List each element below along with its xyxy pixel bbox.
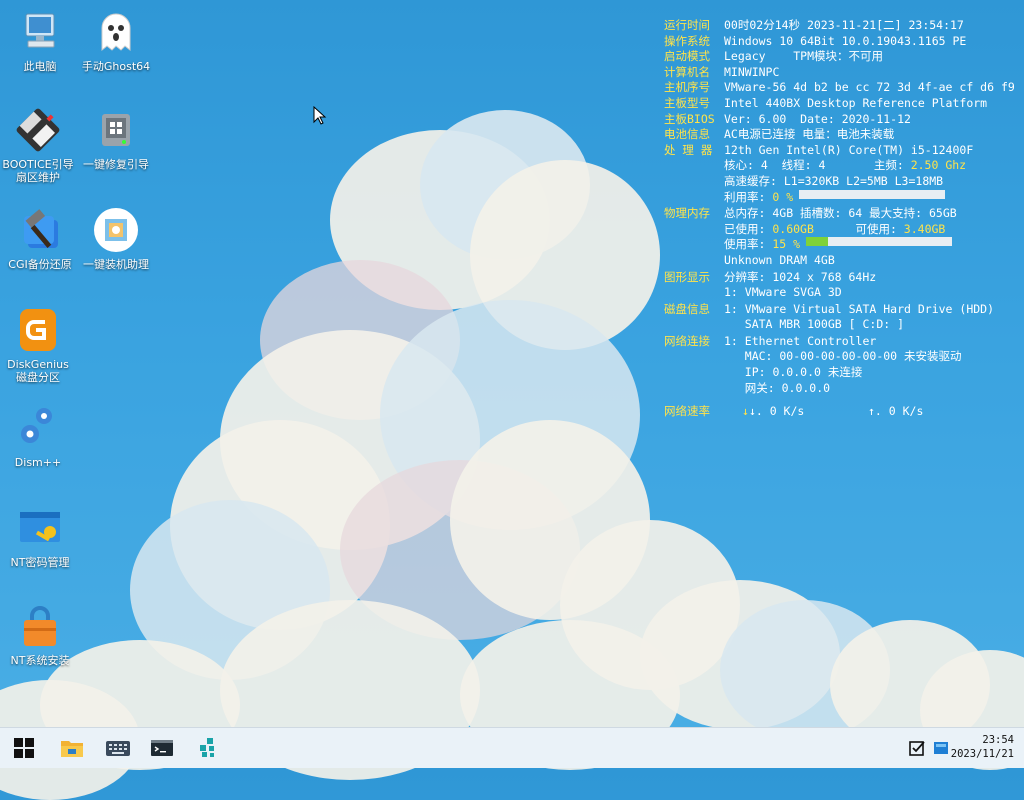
cpu-usage-value: 0 % (772, 189, 794, 204)
cpu-usage-label: 利用率: (724, 189, 773, 204)
desktop-icon-label: NT系统安装 (10, 654, 70, 667)
desktop-icon-ghost[interactable]: 手动Ghost64 (80, 8, 152, 73)
info-key: 网络连接 (664, 333, 710, 348)
disk-line-2: SATA MBR 100GB [ C:D: ] (724, 317, 905, 332)
bios-value: Ver: 6.00 Date: 2020-11-12 (724, 111, 911, 126)
desktop-icon-label: BOOTICE引导扇区维护 (2, 158, 74, 184)
net-line-1: 1: Ethernet Controller (724, 333, 877, 348)
mem-usage-bar (806, 237, 953, 247)
mouse-cursor-icon (313, 106, 327, 125)
net-speed-up: ↑. 0 K/s (868, 404, 924, 419)
mem-avail: 3.40GB (903, 221, 946, 236)
net-line-2: MAC: 00-00-00-00-00-00 未安装驱动 (724, 349, 962, 364)
taskbar-clock[interactable]: 23:54 2023/11/21 (951, 733, 1014, 761)
disk-line-1: 1: VMware Virtual SATA Hard Drive (HDD) (724, 301, 995, 316)
info-key: 主机序号 (664, 80, 710, 95)
desktop-icon-dism[interactable]: Dism++ (2, 404, 74, 469)
key-window-icon (16, 504, 64, 552)
info-key: 图形显示 (664, 269, 710, 284)
mem-usage-fill (806, 237, 828, 247)
terminal-button[interactable] (148, 734, 176, 762)
system-info-panel: 运行时间 00时02分14秒 2023-11-21[二] 23:54:17 操作系… (664, 18, 1024, 420)
desktop-icon-label: CGI备份还原 (8, 258, 72, 271)
desktop-icon-nt-install[interactable]: NT系统安装 (4, 602, 76, 667)
desktop-icon-label: 手动Ghost64 (81, 60, 151, 73)
desktop-icon-label: DiskGenius磁盘分区 (7, 358, 69, 384)
gfx-resolution: 分辨率: 1024 x 768 64Hz (724, 269, 877, 284)
info-key: 主板BIOS (664, 111, 715, 126)
start-button[interactable] (10, 734, 38, 762)
desktop-icon-bootice[interactable]: BOOTICE引导扇区维护 (2, 106, 74, 184)
info-key: 计算机名 (664, 64, 710, 79)
computer-icon (16, 8, 64, 56)
desktop-icon-nt-password[interactable]: NT密码管理 (4, 504, 76, 569)
boot-mode-value: Legacy TPM模块：不可用 (724, 49, 884, 64)
taskbar: 23:54 2023/11/21 (0, 727, 1024, 768)
info-key: 处 理 器 (664, 142, 713, 157)
hostname-value: MINWINPC (724, 64, 780, 79)
info-key: 运行时间 (664, 18, 710, 32)
cpu-freq: 2.50 Ghz (910, 158, 967, 173)
net-line-3: IP: 0.0.0.0 未连接 (724, 365, 863, 380)
network-tool-button[interactable] (194, 734, 222, 762)
info-key: 磁盘信息 (664, 301, 710, 316)
mem-usage-value: 15 % (772, 237, 801, 252)
cpu-usage-bar (799, 189, 946, 199)
os-value: Windows 10 64Bit 10.0.19043.1165 PE (724, 33, 967, 48)
clock-date: 2023/11/21 (950, 748, 1014, 760)
file-explorer-button[interactable] (58, 734, 86, 762)
mem-usage-label: 使用率: (724, 237, 773, 252)
net-speed-down: ↓↓. 0 K/s (742, 404, 805, 419)
cpu-value: 12th Gen Intel(R) Core(TM) i5-12400F (724, 142, 974, 157)
desktop-icon-this-pc[interactable]: 此电脑 (4, 8, 76, 73)
mem-used-label: 已使用: (724, 221, 773, 236)
serial-value: VMware-56 4d b2 be cc 72 3d 4f-ae cf d6 … (724, 80, 1015, 95)
info-key: 主板型号 (664, 95, 710, 110)
start-icon (14, 738, 34, 758)
clock-time: 23:54 (982, 734, 1014, 746)
net-line-4: 网关: 0.0.0.0 (724, 380, 831, 395)
desktop-icon-install-assistant[interactable]: 一键装机助理 (80, 206, 152, 271)
board-value: Intel 440BX Desktop Reference Platform (724, 95, 988, 110)
display-icon (934, 742, 948, 754)
desktop-icon-label: 一键装机助理 (83, 258, 149, 271)
desktop-icon-label: NT密码管理 (10, 556, 70, 569)
lock-bag-icon (16, 602, 64, 650)
cpu-cores: 核心: 4 线程: 4 主频: (724, 158, 911, 173)
hammer-icon (16, 206, 64, 254)
check-square-icon (909, 741, 925, 756)
desktop-icon-cgi[interactable]: CGI备份还原 (4, 206, 76, 271)
info-key: 电池信息 (664, 127, 710, 142)
floppy-icon (14, 106, 62, 154)
gfx-card: 1: VMware SVGA 3D (724, 285, 842, 300)
mem-used: 0.60GB (772, 221, 814, 236)
info-key: 操作系统 (664, 33, 710, 48)
keyboard-icon (106, 741, 130, 756)
mem-total: 总内存: 4GB 插槽数: 64 最大支持: 65GB (724, 206, 957, 221)
mem-type: Unknown DRAM 4GB (724, 252, 835, 267)
assistant-icon (92, 206, 140, 254)
cpu-cache: 高速缓存: L1=320KB L2=5MB L3=18MB (724, 173, 944, 188)
terminal-icon (151, 740, 173, 756)
keyboard-button[interactable] (104, 734, 132, 762)
file-explorer-icon (61, 741, 83, 757)
info-key: 网络速率 (664, 404, 710, 419)
ghost-icon (92, 8, 140, 56)
desktop-icon-label: 此电脑 (23, 60, 57, 73)
runtime-value: 00时02分14秒 2023-11-21[二] 23:54:17 (724, 18, 964, 32)
gears-icon (14, 404, 62, 452)
network-tool-icon (200, 738, 214, 757)
desktop-icon-label: 一键修复引导 (83, 158, 149, 171)
desktop-icon-diskgenius[interactable]: DiskGenius磁盘分区 (2, 306, 74, 384)
drive-repair-icon (92, 106, 140, 154)
desktop-icon-label: Dism++ (14, 456, 62, 469)
info-key: 物理内存 (664, 206, 710, 221)
battery-value: AC电源已连接 电量：电池未装载 (724, 127, 895, 142)
mem-avail-label: 可使用: (813, 221, 904, 236)
desktop-icon-repair-boot[interactable]: 一键修复引导 (80, 106, 152, 171)
info-key: 启动模式 (664, 49, 710, 64)
diskgenius-icon (14, 306, 62, 354)
